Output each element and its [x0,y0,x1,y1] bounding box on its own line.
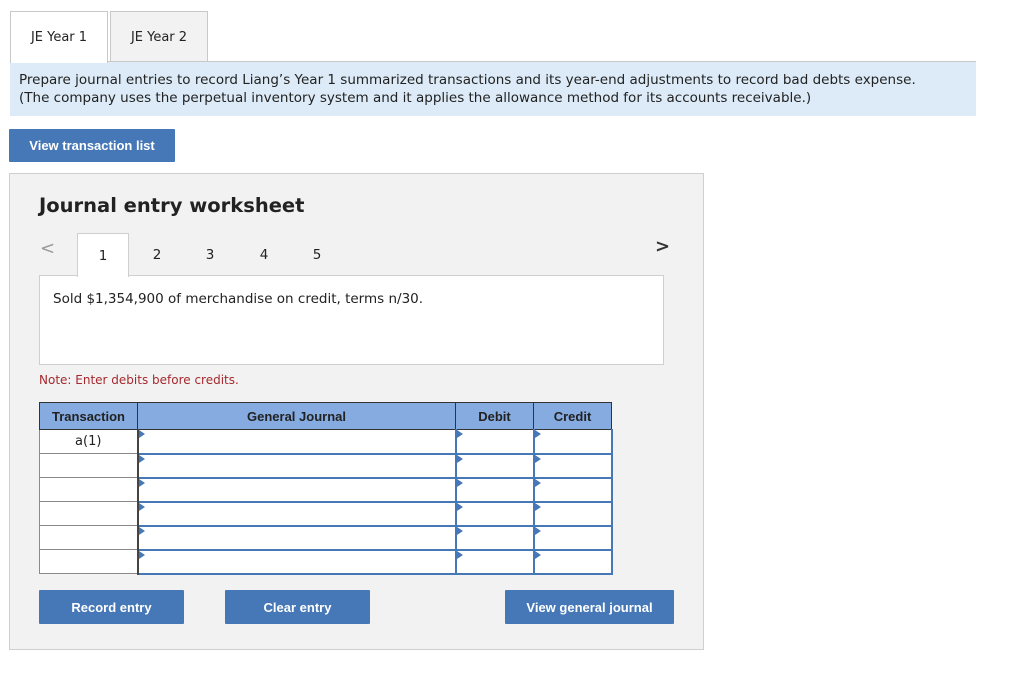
step-3[interactable]: 3 [184,233,236,276]
credit-input[interactable] [532,453,613,479]
transaction-description: Sold $1,354,900 of merchandise on credit… [39,275,664,365]
transaction-cell [39,549,139,574]
credit-input[interactable] [532,477,613,503]
step-navigation: 1 2 3 4 5 [77,233,677,277]
debit-input[interactable] [454,501,535,527]
account-select[interactable] [136,453,457,479]
instructions-line-1: Prepare journal entries to record Liang’… [19,72,916,88]
table-row [39,525,613,551]
view-transaction-list-button[interactable]: View transaction list [9,129,175,162]
table-row [39,549,613,575]
credit-input[interactable] [532,549,613,575]
header-credit: Credit [533,402,612,430]
transaction-cell [39,477,139,502]
credit-input[interactable] [532,525,613,551]
table-header-row: Transaction General Journal Debit Credit [39,402,612,430]
credit-input[interactable] [532,501,613,527]
transaction-cell [39,525,139,550]
debit-input[interactable] [454,525,535,551]
instructions-line-2: (The company uses the perpetual inventor… [19,90,812,106]
header-general-journal: General Journal [137,402,456,430]
worksheet-title: Journal entry worksheet [39,194,305,217]
journal-entry-worksheet-panel: Journal entry worksheet < 1 2 3 4 5 > So… [9,173,704,650]
debit-input[interactable] [454,549,535,575]
account-select[interactable] [136,477,457,503]
journal-table: Transaction General Journal Debit Credit… [39,402,613,575]
tab-bar: JE Year 1 JE Year 2 [10,11,976,63]
chevron-left-icon[interactable]: < [40,238,55,259]
debit-input[interactable] [454,453,535,479]
clear-entry-button[interactable]: Clear entry [225,590,370,624]
table-row [39,453,613,479]
step-5[interactable]: 5 [291,233,343,276]
header-debit: Debit [455,402,534,430]
table-row [39,501,613,527]
table-row [39,477,613,503]
account-select[interactable] [136,501,457,527]
view-general-journal-button[interactable]: View general journal [505,590,674,624]
transaction-cell [39,453,139,478]
step-1[interactable]: 1 [77,233,129,277]
account-select[interactable] [136,525,457,551]
entry-note: Note: Enter debits before credits. [39,373,239,387]
tab-je-year-1[interactable]: JE Year 1 [10,11,108,63]
record-entry-button[interactable]: Record entry [39,590,184,624]
account-select[interactable] [136,549,457,575]
instructions-box: Prepare journal entries to record Liang’… [10,62,976,116]
step-4[interactable]: 4 [238,233,290,276]
transaction-cell: a(1) [39,429,139,454]
credit-input[interactable] [532,429,613,455]
account-select[interactable] [136,429,457,455]
debit-input[interactable] [454,429,535,455]
debit-input[interactable] [454,477,535,503]
table-row: a(1) [39,429,613,455]
header-transaction: Transaction [39,402,138,430]
transaction-cell [39,501,139,526]
step-2[interactable]: 2 [131,233,183,276]
chevron-right-icon[interactable]: > [655,236,670,257]
tab-je-year-2[interactable]: JE Year 2 [110,11,208,62]
